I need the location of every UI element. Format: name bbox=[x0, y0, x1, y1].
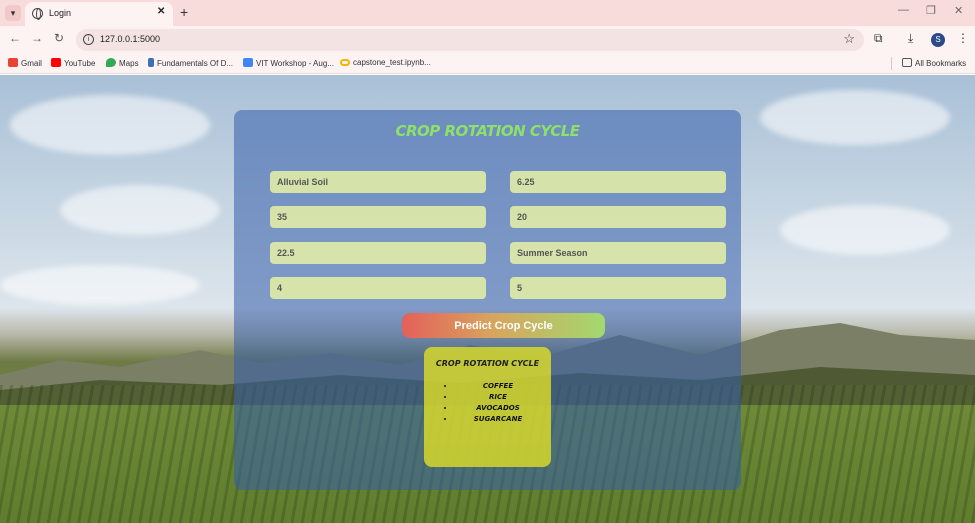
season-field[interactable] bbox=[510, 242, 726, 264]
maximize-icon[interactable]: ❐ bbox=[926, 4, 936, 17]
maps-icon bbox=[106, 58, 116, 67]
menu-icon[interactable]: ⋮ bbox=[957, 31, 969, 45]
result-title: CROP ROTATION CYCLE bbox=[435, 359, 540, 368]
download-icon[interactable]: ⤓ bbox=[908, 31, 913, 46]
bookmark-gmail[interactable]: Gmail bbox=[8, 58, 42, 68]
reload-icon[interactable]: ↻ bbox=[54, 31, 64, 45]
tab-strip: ▾ Login ✕ + — ❐ ✕ bbox=[0, 0, 975, 26]
crop-list: COFFEE RICE AVOCADOS SUGARCANE bbox=[441, 381, 541, 425]
close-tab-icon[interactable]: ✕ bbox=[157, 6, 165, 17]
url-text: 127.0.0.1:5000 bbox=[100, 34, 161, 44]
temperature-field[interactable] bbox=[270, 242, 486, 264]
bookmark-capstone[interactable]: capstone_test.ipynb... bbox=[340, 58, 431, 67]
bookmark-youtube[interactable]: YouTube bbox=[51, 58, 95, 68]
profile-avatar[interactable]: S bbox=[931, 33, 945, 47]
bookmark-fundamentals[interactable]: Fundamentals Of D... bbox=[148, 58, 233, 68]
tab-title: Login bbox=[49, 8, 72, 18]
field-4[interactable] bbox=[510, 206, 726, 228]
predict-crop-cycle-button[interactable]: Predict Crop Cycle bbox=[402, 313, 605, 338]
ph-field[interactable] bbox=[510, 171, 726, 193]
window-close-icon[interactable]: ✕ bbox=[954, 4, 963, 17]
bookmarks-bar: Gmail YouTube Maps Fundamentals Of D... … bbox=[0, 54, 975, 74]
list-item: COFFEE bbox=[455, 381, 541, 392]
course-icon bbox=[148, 58, 154, 67]
tab-login[interactable]: Login ✕ bbox=[25, 2, 173, 26]
divider bbox=[891, 57, 892, 70]
back-icon[interactable]: ← bbox=[9, 31, 21, 45]
result-panel: CROP ROTATION CYCLE COFFEE RICE AVOCADOS… bbox=[424, 347, 551, 467]
bookmark-star-icon[interactable]: ☆ bbox=[843, 31, 855, 47]
globe-icon bbox=[32, 8, 43, 20]
field-7[interactable] bbox=[270, 277, 486, 299]
list-item: AVOCADOS bbox=[455, 403, 541, 414]
address-bar[interactable]: i 127.0.0.1:5000 ☆ bbox=[76, 29, 864, 51]
minimize-icon[interactable]: — bbox=[898, 4, 909, 16]
all-bookmarks[interactable]: All Bookmarks bbox=[902, 58, 966, 68]
bookmark-maps[interactable]: Maps bbox=[106, 58, 139, 68]
site-info-icon[interactable]: i bbox=[83, 34, 94, 45]
youtube-icon bbox=[51, 58, 61, 67]
folder-icon bbox=[902, 58, 912, 67]
field-3[interactable] bbox=[270, 206, 486, 228]
bookmark-vit-workshop[interactable]: VIT Workshop - Aug... bbox=[243, 58, 334, 68]
list-item: RICE bbox=[455, 392, 541, 403]
crop-form-card: CROP ROTATION CYCLE Predict Crop Cycle C… bbox=[234, 110, 741, 490]
list-item: SUGARCANE bbox=[455, 414, 541, 425]
soil-type-field[interactable] bbox=[270, 171, 486, 193]
gmail-icon bbox=[8, 58, 18, 67]
field-8[interactable] bbox=[510, 277, 726, 299]
docs-icon bbox=[243, 58, 253, 67]
page-viewport: CROP ROTATION CYCLE Predict Crop Cycle C… bbox=[0, 75, 975, 523]
forward-icon[interactable]: → bbox=[31, 31, 43, 45]
new-tab-icon[interactable]: + bbox=[180, 4, 188, 20]
tab-search-icon[interactable]: ▾ bbox=[5, 5, 21, 21]
extensions-icon[interactable]: ⧉ bbox=[874, 31, 883, 46]
page-title: CROP ROTATION CYCLE bbox=[395, 122, 580, 140]
colab-icon bbox=[340, 59, 350, 66]
toolbar: ← → ↻ i 127.0.0.1:5000 ☆ ⧉ ⤓ ⋮ bbox=[0, 26, 975, 54]
